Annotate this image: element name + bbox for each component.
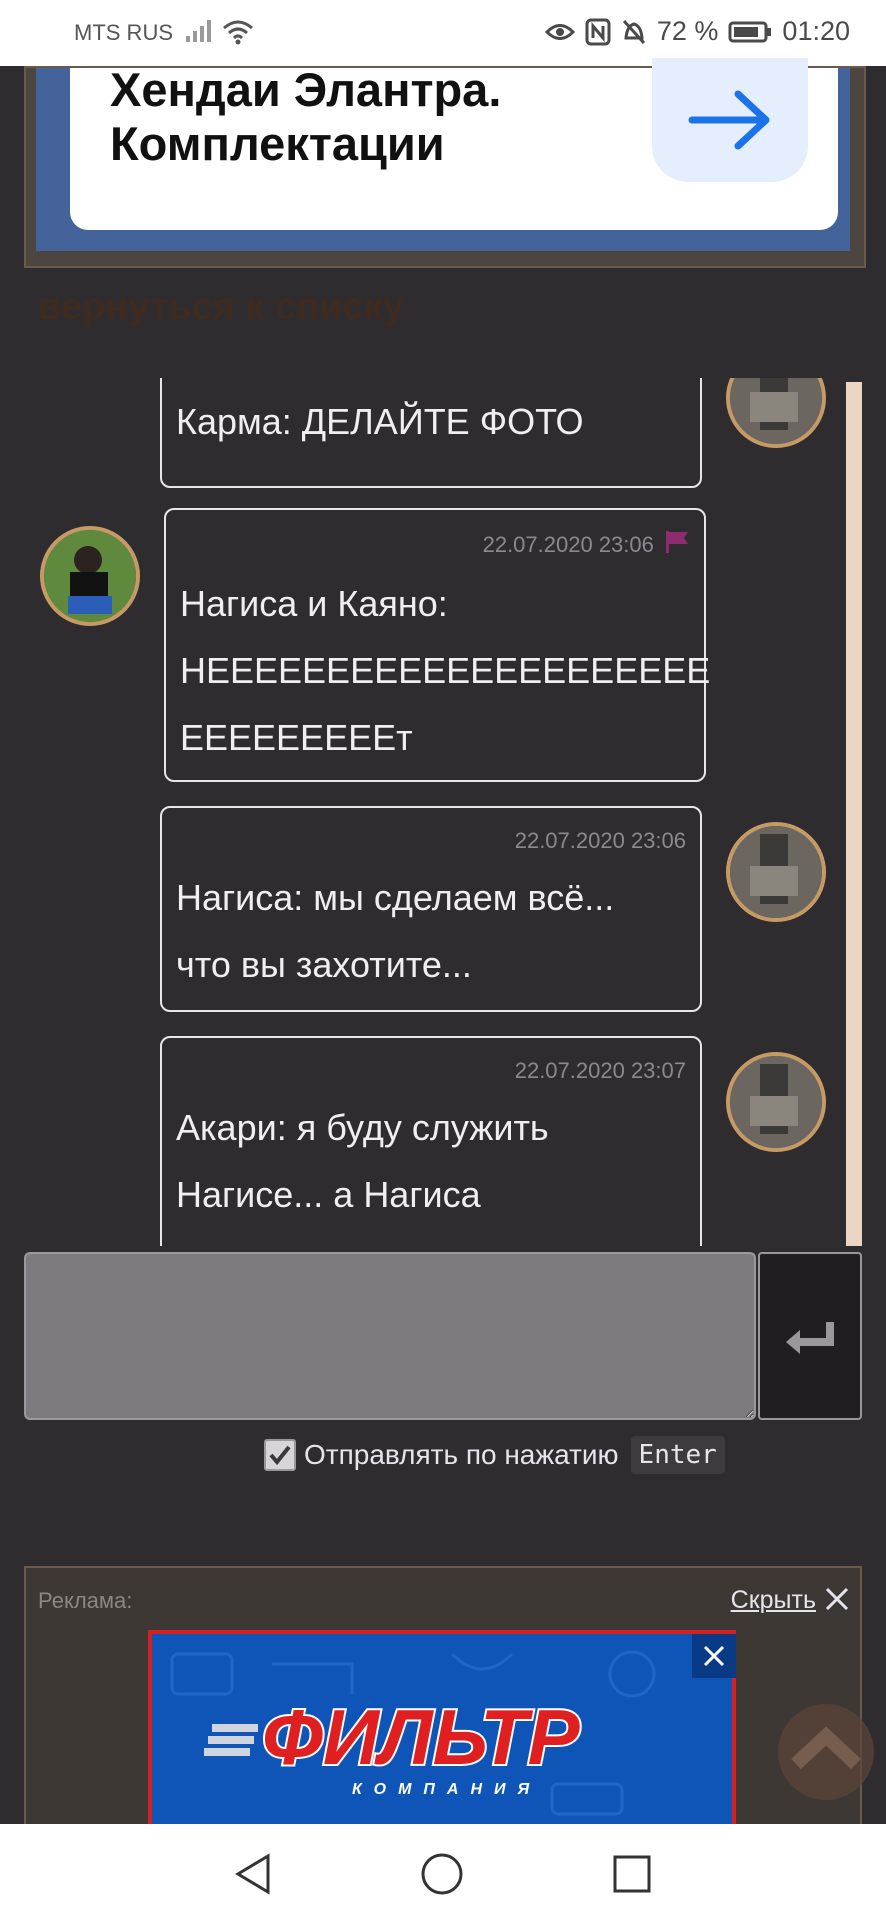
message-time: 22.07.2020 23:06 [514,828,686,853]
chevron-up-icon [791,1726,861,1770]
ad-banner[interactable]: ФИЛЬТР КОМПАНИЯ [148,1630,736,1830]
message-input[interactable] [24,1252,756,1420]
chat-message: 22.07.2020 23:06 Нагиса: мы сделаем всё.… [160,806,702,1012]
close-icon[interactable] [824,1586,850,1612]
chat-message: Карма: ДЕЛАЙТЕ ФОТО [160,378,702,488]
home-icon[interactable] [420,1852,464,1896]
system-navigation-bar [0,1824,886,1920]
ad-label: Реклама: [38,1588,133,1613]
avatar[interactable] [726,378,826,448]
avatar-image [730,826,822,918]
battery-percent: 72 % [656,16,719,46]
status-bar: MTS RUS 72 % 01:20 [0,0,886,66]
message-text: Акари: я буду служить Нагисе... а Нагиса [176,1107,549,1215]
enter-icon [786,1322,834,1354]
top-ad-card[interactable]: Хендаи Элантра. Комплектации [70,58,838,230]
ad-banner-artwork: ФИЛЬТР КОМПАНИЯ [170,1650,656,1816]
top-ad-frame[interactable]: Хендаи Элантра. Комплектации [24,58,866,268]
message-time: 22.07.2020 23:06 [483,530,690,558]
top-ad-title-line2: Комплектации [110,117,445,170]
wifi-icon [223,20,253,45]
back-to-list-link[interactable]: вернуться к списку [38,286,404,329]
chat-message: 22.07.2020 23:06 Нагиса и Каяно: НЕЕЕЕЕЕ… [164,508,710,782]
flag-icon[interactable] [664,530,690,554]
top-ad-title-line1: Хендаи Элантра. [110,63,502,116]
scroll-to-top-button[interactable] [778,1704,874,1800]
send-on-enter-checkbox[interactable] [264,1439,296,1471]
message-text: Нагиса и Каяно: НЕЕЕЕЕЕЕЕЕЕЕЕЕЕЕЕЕЕЕЕЕ Е… [180,583,711,758]
top-ad-inner: Хендаи Элантра. Комплектации [36,58,850,251]
send-on-enter-option[interactable]: Отправлять по нажатию Enter [264,1436,725,1474]
close-icon [703,1645,725,1667]
chat-scrollbar[interactable] [846,382,862,1246]
bottom-ad-block: Реклама: Скрыть ФИЛЬТР КОМПАНИЯ [24,1566,862,1830]
eye-icon [544,23,575,40]
hide-ad-link[interactable]: Скрыть [731,1586,816,1615]
carrier-name: MTS RUS [74,20,173,45]
ad-banner-close-button[interactable] [692,1634,736,1678]
avatar-image [730,1056,822,1148]
back-icon[interactable] [232,1852,276,1896]
avatar-image [730,378,822,444]
clock: 01:20 [782,16,850,46]
message-text: Нагиса: мы сделаем всё... что вы захотит… [176,877,615,985]
bell-off-icon [622,19,645,44]
ad-brand-subtext: КОМПАНИЯ [352,1781,541,1798]
ad-brand-text: ФИЛЬТР [262,1693,581,1781]
signal-icon [186,20,211,42]
send-button[interactable] [758,1252,862,1420]
send-on-enter-label: Отправлять по нажатию [304,1439,619,1470]
chat-message: 22.07.2020 23:07 Акари: я буду служить Н… [160,1036,702,1246]
check-icon [269,1445,291,1466]
avatar-image [44,530,136,622]
avatar[interactable] [726,1052,826,1152]
top-ad-arrow-button[interactable] [652,58,808,182]
recent-apps-icon[interactable] [610,1852,654,1896]
enter-key-label: Enter [630,1436,725,1474]
message-text: Карма: ДЕЛАЙТЕ ФОТО [176,401,584,442]
avatar[interactable] [726,822,826,922]
chat-messages[interactable]: Карма: ДЕЛАЙТЕ ФОТО 22.07.2020 23:06 Наг… [0,378,886,1246]
message-time: 22.07.2020 23:07 [514,1058,686,1083]
avatar[interactable] [40,526,140,626]
nfc-icon [585,18,611,45]
battery-icon [728,21,772,42]
arrow-right-icon [688,90,770,150]
